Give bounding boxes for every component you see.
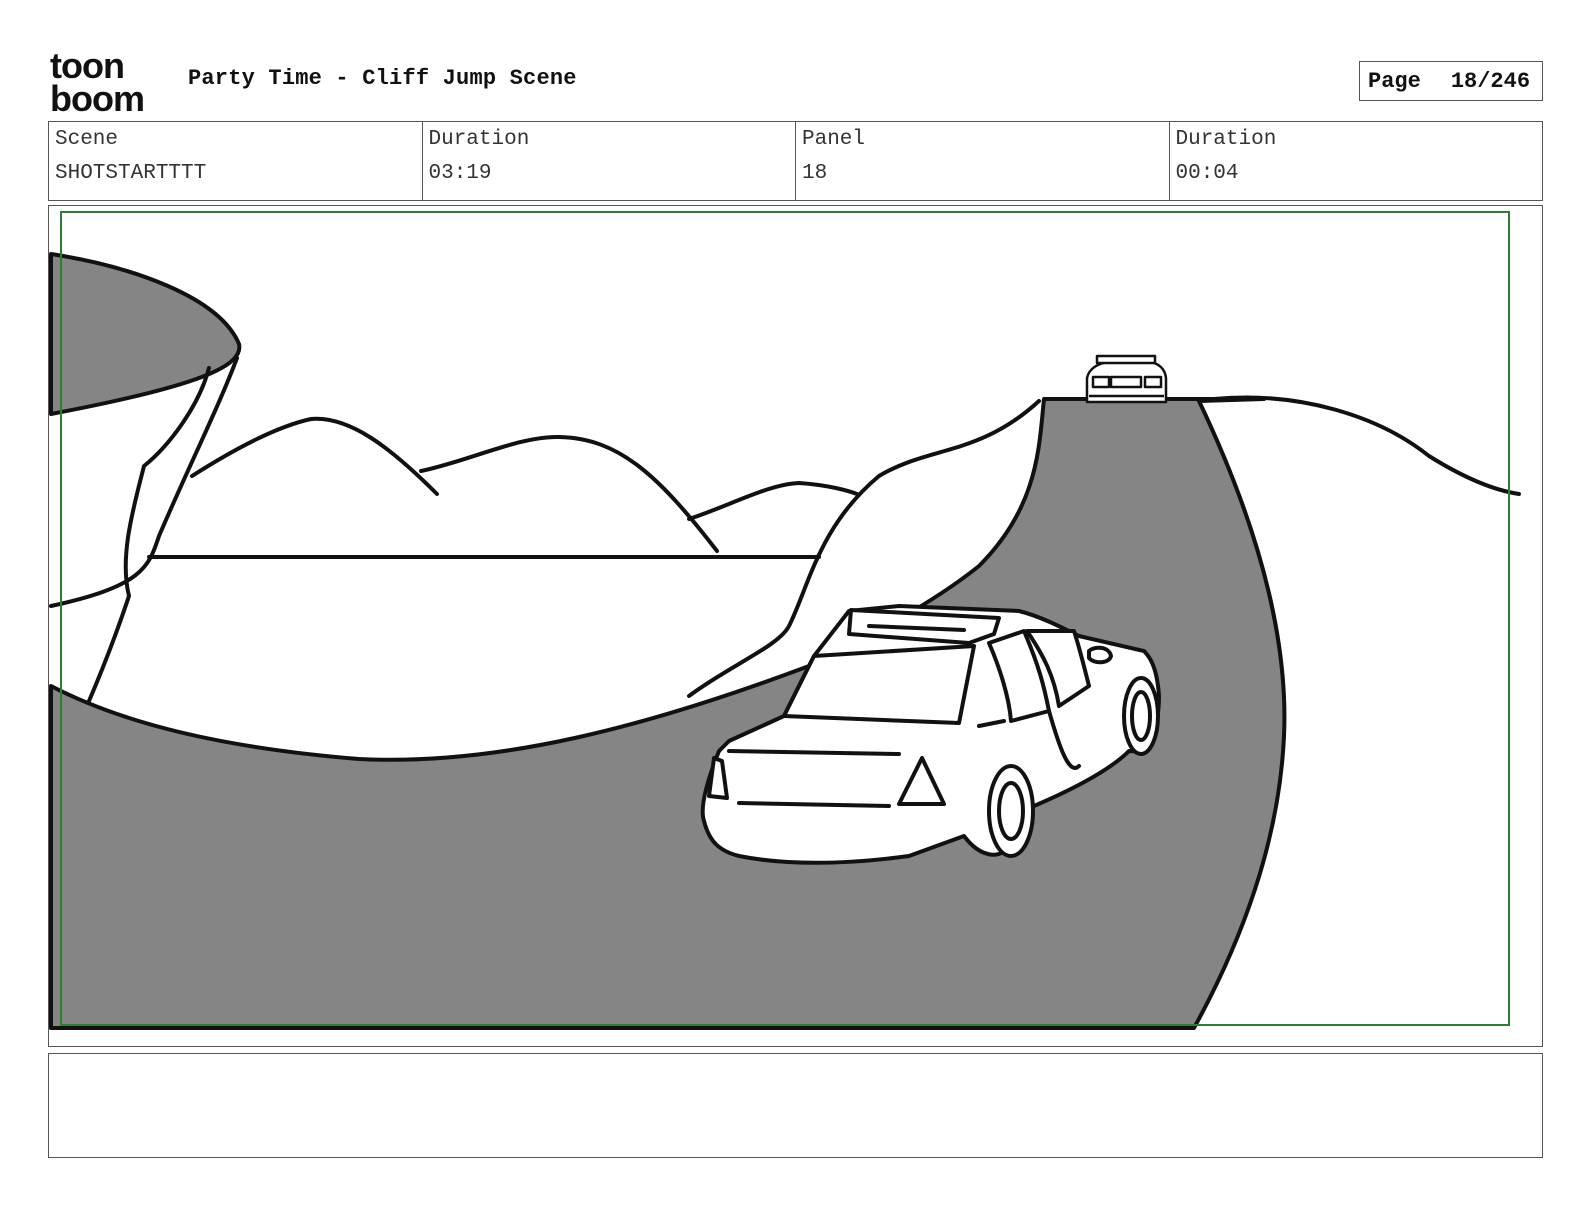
panel-duration-label: Duration xyxy=(1175,128,1277,151)
distant-van xyxy=(1085,354,1168,404)
panel-duration-cell: Duration 00:04 xyxy=(1168,122,1543,200)
scene-label: Scene xyxy=(55,128,119,151)
toonboom-logo: toon boom xyxy=(50,48,145,114)
scene-duration-cell: Duration 03:19 xyxy=(421,122,796,200)
panel-notes-box xyxy=(48,1053,1543,1158)
panel-duration-value: 00:04 xyxy=(1175,162,1239,185)
panel-label: Panel xyxy=(802,128,866,151)
panel-cell: Panel 18 xyxy=(795,122,1169,200)
page-number: 18/246 xyxy=(1450,68,1531,94)
scene-duration-value: 03:19 xyxy=(428,162,492,185)
mountain-left xyxy=(190,416,439,496)
storyboard-panel xyxy=(48,205,1543,1047)
page-label: Page xyxy=(1368,68,1421,94)
scene-cell: Scene SHOTSTARTTTT xyxy=(49,122,422,200)
document-title: Party Time - Cliff Jump Scene xyxy=(188,66,577,91)
cliff-face xyxy=(87,366,211,703)
panel-info-table: Scene SHOTSTARTTTT Duration 03:19 Panel … xyxy=(48,121,1543,201)
scene-value: SHOTSTARTTTT xyxy=(55,162,207,185)
hill-right xyxy=(1212,395,1521,496)
panel-value: 18 xyxy=(802,162,828,185)
mountain-right xyxy=(687,481,859,521)
scene-duration-label: Duration xyxy=(428,128,530,151)
page-indicator: Page 18/246 xyxy=(1359,61,1543,101)
cliff-top xyxy=(49,252,242,416)
mountain-middle xyxy=(419,434,719,553)
panel-drawing xyxy=(49,211,1521,1030)
logo-bottom-text: boom xyxy=(50,78,144,114)
